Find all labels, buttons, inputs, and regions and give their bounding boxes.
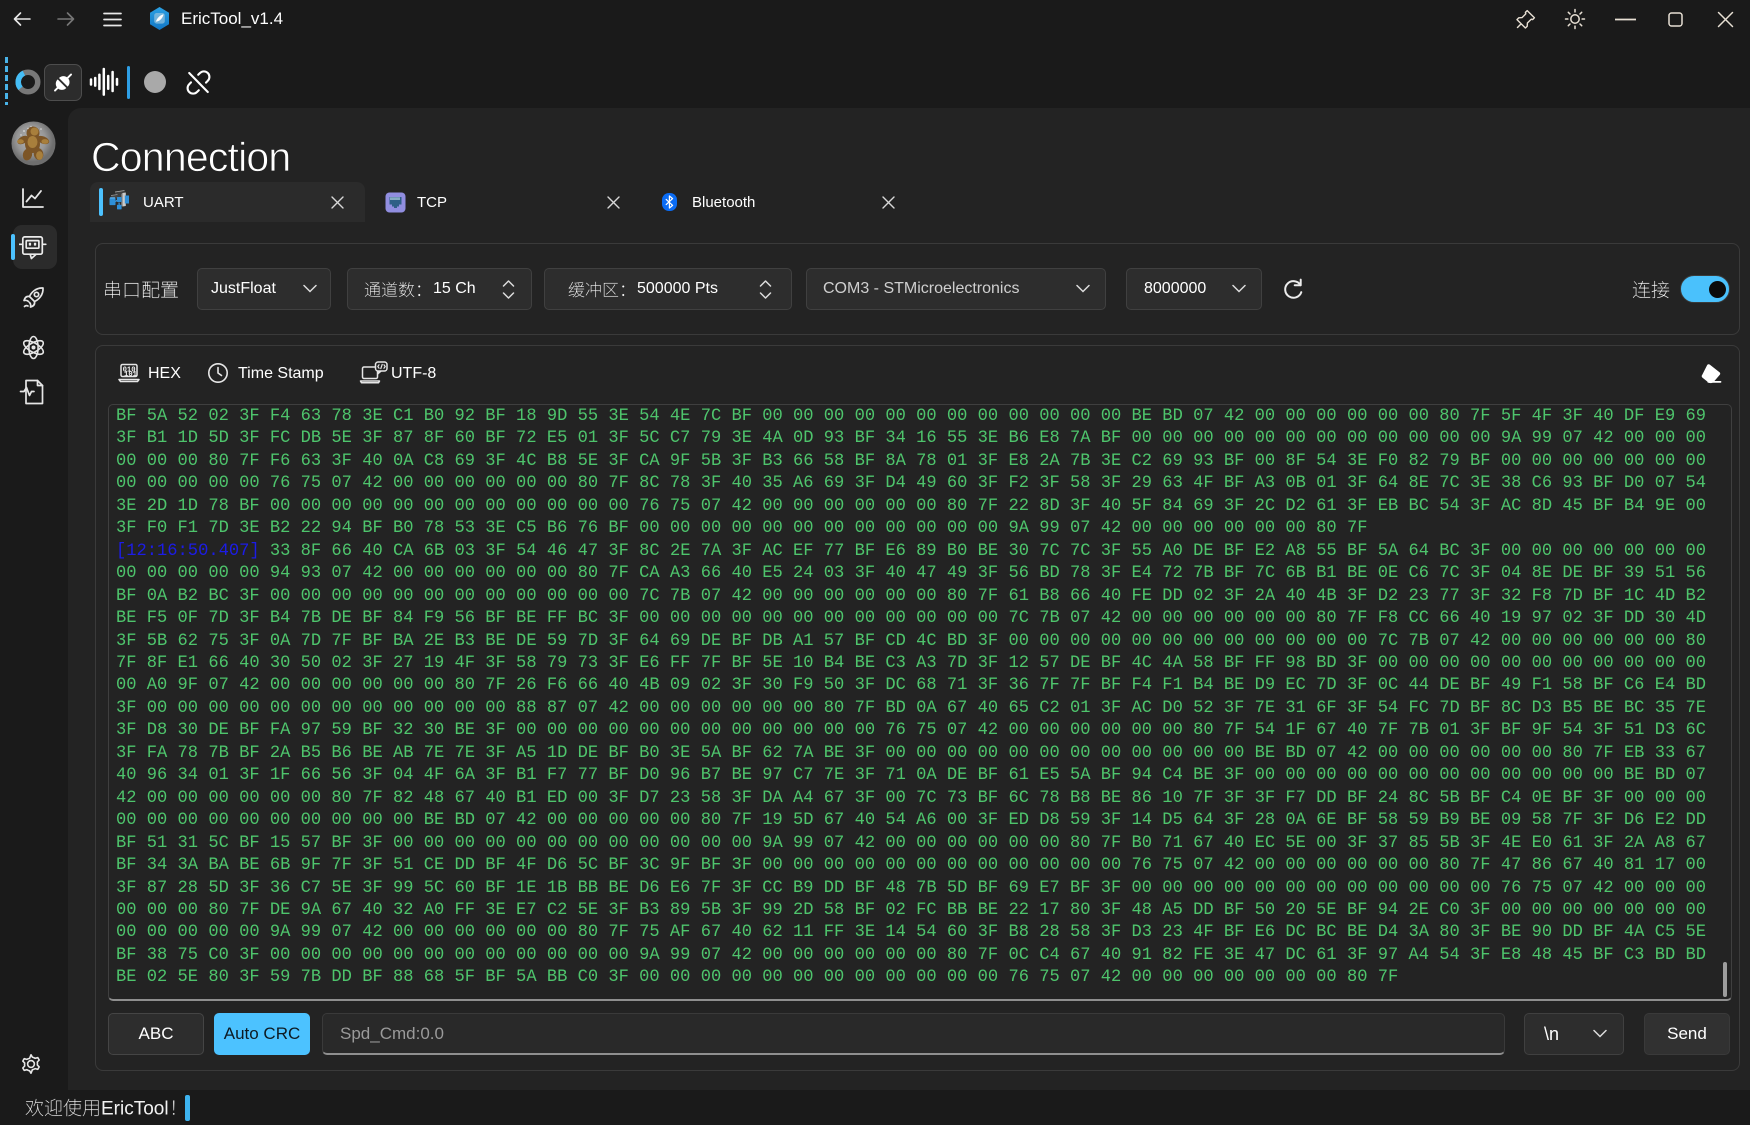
svg-text:101: 101 [124,371,138,379]
